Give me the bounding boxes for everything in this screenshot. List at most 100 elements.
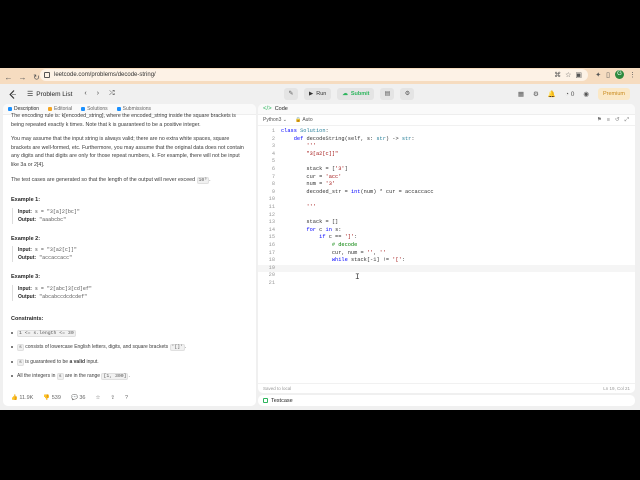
- reset-icon[interactable]: ↺: [615, 117, 620, 124]
- thumbs-up-icon: 👍: [11, 395, 18, 401]
- run-button[interactable]: ▶ Run: [304, 88, 332, 100]
- constraint-item: s is guaranteed to be a valid input.: [11, 358, 248, 368]
- editorial-icon: [48, 107, 53, 111]
- code-line: 8 num = '3': [271, 181, 336, 188]
- next-problem-icon[interactable]: ›: [97, 90, 99, 98]
- share-icon[interactable]: ⇪: [110, 395, 115, 401]
- code-line: 13 stack = []: [268, 219, 339, 226]
- saved-status: Saved to local: [263, 386, 292, 391]
- format-icon[interactable]: ≡: [607, 117, 610, 124]
- code-line: 16 # decode: [268, 241, 358, 248]
- side-panel-icon[interactable]: ▯: [606, 71, 610, 79]
- forward-icon[interactable]: →: [17, 72, 28, 83]
- favorite-star-icon[interactable]: ☆: [95, 395, 100, 401]
- code-line: 14 for c in s:: [268, 226, 342, 233]
- notes-icon[interactable]: ▤: [380, 88, 395, 100]
- code-line: 9 decoded_str = int(num) * cur = accacca…: [271, 188, 434, 195]
- back-icon[interactable]: ←: [3, 72, 14, 83]
- shuffle-icon[interactable]: ⤮: [109, 90, 115, 98]
- code-line: 17 cur, num = '', '': [268, 249, 386, 256]
- profile-avatar[interactable]: G: [615, 70, 624, 79]
- language-toolbar: Python3 ⌄ 🔒 Auto: [258, 115, 635, 126]
- description-footer: 👍 11.9K 👎 539 💬 36 ☆ ⇪ ?: [11, 395, 128, 401]
- editor-status-bar: Saved to local Ln 19, Col 21: [258, 383, 635, 393]
- prev-problem-icon[interactable]: ‹: [84, 90, 86, 98]
- play-icon: ▶: [309, 91, 314, 97]
- premium-button[interactable]: Premium: [597, 88, 630, 100]
- problem-description: The encoding rule is: k[encoded_string],…: [3, 113, 256, 382]
- code-panel: </> Code Python3 ⌄ 🔒 Auto ⚑ ≡ ↺ ⤢ 1 class…: [258, 104, 635, 393]
- extensions-puzzle-icon[interactable]: ✦: [595, 71, 601, 79]
- submit-button[interactable]: ☁ Submit: [337, 88, 375, 100]
- notification-bell-icon[interactable]: 🔔: [548, 90, 556, 98]
- auto-toggle[interactable]: 🔒 Auto: [295, 117, 313, 123]
- layout-icon[interactable]: ▦: [518, 90, 524, 98]
- code-line: 12: [268, 211, 275, 218]
- text-cursor-icon: I: [355, 273, 360, 282]
- list-icon: ☰: [27, 91, 34, 98]
- code-title: Code: [274, 106, 288, 112]
- streak-icon[interactable]: ◔ 0: [565, 91, 574, 98]
- chevron-down-icon: ⌄: [282, 117, 287, 123]
- constraint-item: 1 <= s.length <= 30: [11, 329, 248, 339]
- problem-list-button[interactable]: ☰ Problem List: [27, 90, 73, 99]
- code-line: 19: [258, 264, 635, 273]
- bookmark-icon[interactable]: ⚑: [597, 117, 602, 124]
- submissions-icon: [116, 107, 121, 111]
- like-button[interactable]: 👍 11.9K: [11, 395, 33, 401]
- example-1-title: Example 1:: [11, 197, 41, 204]
- desc-paragraph-0: The encoding rule is: k[encoded_string],…: [11, 113, 236, 128]
- code-line: 11 ''': [268, 203, 316, 210]
- address-bar[interactable]: leetcode.com/problems/decode-string/ ⌘ ☆…: [40, 69, 588, 81]
- app-navbar: ☰ Problem List ‹ › ⤮ ✎ ▶ Run ☁ Submit ▤ …: [0, 85, 640, 103]
- fullscreen-icon[interactable]: ⤢: [625, 117, 629, 124]
- code-line: 4 "3[a2[c]]": [271, 150, 339, 157]
- browser-menu-icon[interactable]: ⋮: [629, 71, 636, 79]
- thumbs-down-icon: 👎: [43, 395, 51, 401]
- code-line: 18 while stack[-1] != '[':: [268, 257, 406, 264]
- code-header: </> Code: [258, 104, 635, 115]
- comment-icon: 💬: [70, 395, 78, 401]
- desc-paragraph-1: You may assume that the input string is …: [11, 136, 244, 168]
- debug-icon[interactable]: ✎: [284, 88, 298, 100]
- code-brackets-icon: </>: [263, 106, 272, 112]
- description-icon: [8, 107, 12, 111]
- cast-icon[interactable]: ⌘: [554, 71, 561, 79]
- upload-icon: ☁: [342, 91, 348, 97]
- constraints-title: Constraints:: [11, 315, 44, 322]
- desc-paragraph-2: The test cases are generated so that the…: [11, 176, 211, 184]
- constraints-list: 1 <= s.length <= 30 s consists of lowerc…: [11, 329, 248, 382]
- leetcode-logo-icon[interactable]: [9, 89, 17, 99]
- extension-icon[interactable]: ▣: [575, 71, 582, 79]
- screen: ← → ↻ leetcode.com/problems/decode-strin…: [0, 68, 640, 410]
- language-select[interactable]: Python3 ⌄: [263, 117, 287, 123]
- user-avatar[interactable]: ◉: [583, 90, 589, 98]
- constraint-item: s consists of lowercase English letters,…: [11, 343, 248, 353]
- code-line: 21: [268, 279, 275, 286]
- run-label: Run: [316, 91, 327, 97]
- problem-list-label: Problem List: [36, 90, 73, 98]
- testcase-label: Testcase: [271, 397, 293, 404]
- code-line: 5: [271, 158, 275, 165]
- example-3-title: Example 3:: [11, 274, 41, 281]
- code-line: 2 def decodeString(self, s: str) -> str:: [271, 135, 415, 142]
- code-editor[interactable]: 1 class Solution: 2 def decodeString(self…: [258, 128, 635, 373]
- constraint-item: All the integers in s are in the range […: [11, 372, 248, 382]
- tools-icon[interactable]: ⚙: [400, 88, 415, 100]
- browser-toolbar: ← → ↻ leetcode.com/problems/decode-strin…: [0, 68, 640, 84]
- testcase-panel-header[interactable]: Testcase: [258, 395, 635, 406]
- code-line: 7 cur = 'acc': [271, 173, 342, 180]
- settings-icon[interactable]: ⚙: [533, 90, 539, 98]
- comments-button[interactable]: 💬 36: [71, 395, 86, 401]
- example-3-box: Input: s = "2[abc]3[cd]ef" Output: "abca…: [12, 284, 248, 301]
- code-line: 3 ''': [271, 143, 316, 150]
- code-line: 1 class Solution:: [271, 128, 329, 134]
- code-line: 15 if c == ']':: [268, 234, 358, 241]
- help-icon[interactable]: ?: [125, 395, 128, 401]
- bookmark-star-icon[interactable]: ☆: [565, 71, 571, 79]
- testcase-check-icon: [263, 398, 268, 403]
- dislike-button[interactable]: 👎 539: [43, 395, 61, 401]
- lock-icon: 🔒: [294, 117, 302, 123]
- example-1-box: Input: s = "3[a]2[bc]" Output: "aaabcbc": [12, 207, 248, 224]
- code-line: 20: [268, 272, 275, 279]
